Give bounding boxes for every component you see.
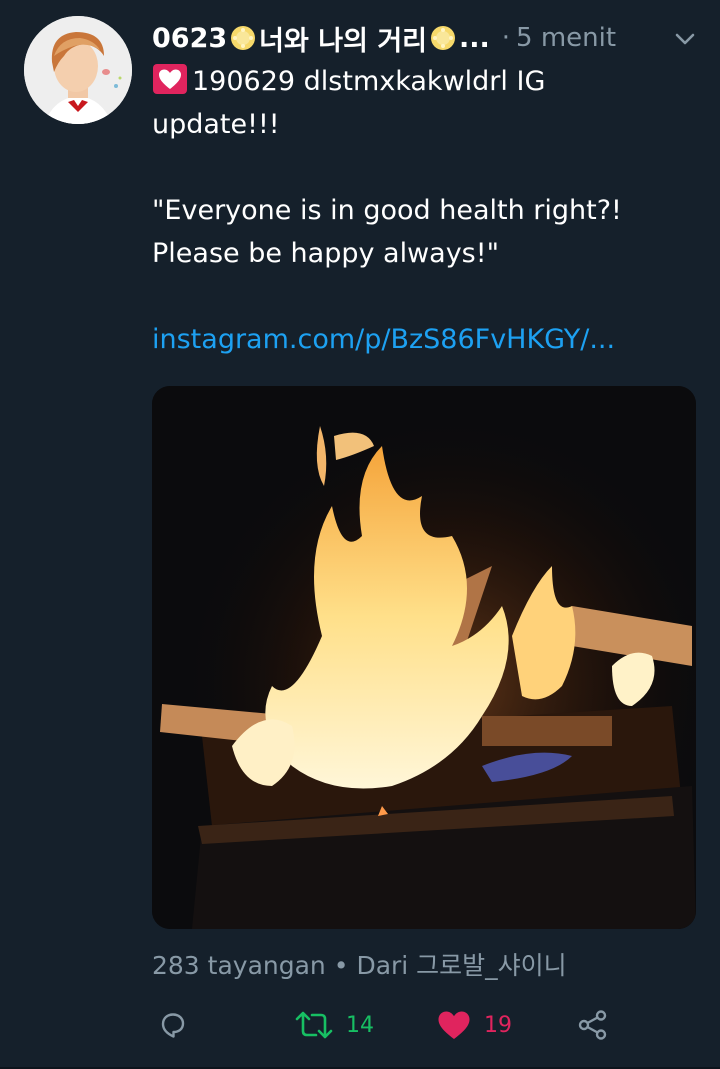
retweet-count: 14 [346, 1012, 374, 1038]
quote-line-1: "Everyone is in good health right?! [152, 195, 622, 226]
tweet-header: 0623 너와 나의 거리 ... · 5 menit [152, 18, 700, 58]
tweet-line-1-text: 190629 dlstmxkakwldrl IG [192, 66, 546, 97]
bullet: • [333, 951, 349, 980]
avatar[interactable] [24, 16, 132, 124]
action-bar: 14 19 [152, 1000, 632, 1050]
reply-icon [156, 1008, 190, 1042]
media-info: 283 tayangan • Dari 그로발_샤이니 [152, 946, 567, 982]
media-source[interactable]: Dari 그로발_샤이니 [356, 951, 566, 980]
display-name[interactable]: 0623 너와 나의 거리 ... [152, 19, 490, 58]
tweet-line-2: update!!! [152, 109, 280, 140]
sun-emoji-icon [229, 24, 257, 52]
media-video[interactable] [152, 386, 696, 929]
reply-button[interactable] [156, 1000, 190, 1050]
quote-line-2: Please be happy always!" [152, 238, 499, 269]
like-button[interactable]: 19 [436, 1000, 512, 1050]
retweet-button[interactable]: 14 [294, 1000, 374, 1050]
view-count: 283 tayangan [152, 951, 326, 980]
separator: · [501, 23, 511, 53]
share-button[interactable] [576, 1000, 610, 1050]
display-name-ellipsis: ... [459, 22, 490, 54]
retweet-icon [294, 1009, 334, 1041]
timestamp[interactable]: 5 menit [516, 23, 616, 53]
display-name-part1: 0623 [152, 22, 228, 54]
chevron-down-icon[interactable] [670, 24, 700, 54]
tweet[interactable]: 0623 너와 나의 거리 ... · 5 menit 190629 dlstm… [0, 0, 720, 1069]
share-icon [576, 1008, 610, 1042]
tweet-text: 190629 dlstmxkakwldrl IG update!!! "Ever… [152, 60, 692, 361]
display-name-part2: 너와 나의 거리 [259, 25, 427, 57]
instagram-link[interactable]: instagram.com/p/BzS86FvHKGY/... [152, 324, 615, 355]
sun-emoji-icon [429, 24, 457, 52]
heart-emoji-icon [152, 63, 188, 95]
tweet-line-1: 190629 dlstmxkakwldrl IG [152, 60, 692, 103]
like-count: 19 [484, 1012, 512, 1038]
heart-icon [436, 1009, 472, 1041]
